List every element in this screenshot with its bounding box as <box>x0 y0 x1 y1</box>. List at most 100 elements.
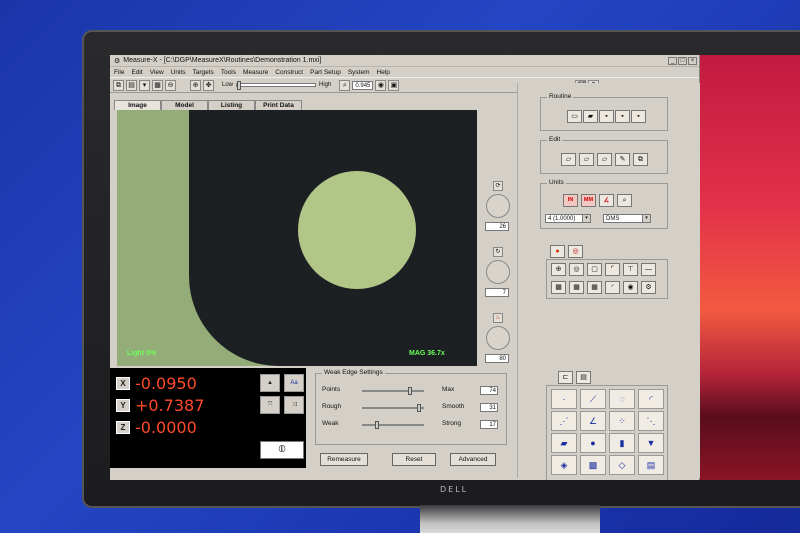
arc-tool-icon[interactable]: ◜ <box>638 389 664 409</box>
save-all-icon[interactable]: ▪ <box>631 110 646 123</box>
sphere-tool-icon[interactable]: ● <box>580 433 606 453</box>
mm-units-button[interactable]: MM <box>581 194 596 207</box>
mountain-icon[interactable]: ▲ <box>260 374 280 392</box>
duplicate-icon[interactable]: ⧉ <box>633 153 648 166</box>
construct-tab-icon[interactable]: ▤ <box>576 371 591 384</box>
lamp-icon[interactable]: ♨ <box>493 313 503 323</box>
menu-construct[interactable]: Construct <box>275 69 303 76</box>
target-settings-icon[interactable]: ⚙ <box>641 281 656 294</box>
search-icon[interactable]: ⌕ <box>339 79 351 91</box>
weak-value[interactable]: 17 <box>480 420 498 429</box>
rotate-value[interactable]: 7 <box>485 288 509 297</box>
save-as-icon[interactable]: ▪ <box>615 110 630 123</box>
tab-listing[interactable]: Listing <box>208 100 255 110</box>
menu-targets[interactable]: Targets <box>192 69 213 76</box>
target-box-icon[interactable]: ▢ <box>587 263 602 276</box>
distance-tool-icon[interactable]: ⋰ <box>551 411 577 431</box>
camera-view[interactable]: Light 0% MAG 36.7x <box>117 110 477 366</box>
midpoint-tool-icon[interactable]: ⋱ <box>638 411 664 431</box>
menu-tools[interactable]: Tools <box>221 69 236 76</box>
zoom-in-icon[interactable]: ⊕ <box>190 79 201 91</box>
point-tool-icon[interactable]: · <box>551 389 577 409</box>
menu-view[interactable]: View <box>150 69 164 76</box>
rough-slider[interactable] <box>362 404 424 412</box>
precision-select[interactable]: 4 (1.0000) ▾ <box>545 214 591 223</box>
open-folder-icon[interactable]: ▰ <box>583 110 598 123</box>
angle-units-icon[interactable]: ∡ <box>599 194 614 207</box>
copy-icon[interactable]: ⧉ <box>113 79 124 91</box>
menu-file[interactable]: File <box>114 69 124 76</box>
angle-tool-icon[interactable]: ∠ <box>580 411 606 431</box>
weak-slider-thumb[interactable] <box>374 421 379 429</box>
points-slider-thumb[interactable] <box>408 387 413 395</box>
paste-icon[interactable]: ▤ <box>126 79 137 91</box>
grid-icon[interactable]: ▦ <box>152 79 163 91</box>
menu-part-setup[interactable]: Part Setup <box>310 69 341 76</box>
menu-system[interactable]: System <box>348 69 370 76</box>
rough-slider-thumb[interactable] <box>417 404 422 412</box>
xy-transform-icon[interactable]: ⤧ <box>260 396 280 414</box>
target-crosshair-icon[interactable]: ⊕ <box>551 263 566 276</box>
pattern-tool-icon[interactable]: ⁘ <box>609 411 635 431</box>
lamp-dial[interactable] <box>486 326 510 350</box>
camera-icon[interactable]: ◉ <box>375 79 387 91</box>
ac-units-icon[interactable]: Aa <box>284 374 304 392</box>
plane-tool-icon[interactable]: ▰ <box>551 433 577 453</box>
points-value[interactable]: 74 <box>480 386 498 395</box>
light-slider-thumb[interactable] <box>237 81 242 90</box>
dropdown-icon[interactable]: ▾ <box>139 79 150 91</box>
menu-measure[interactable]: Measure <box>243 69 268 76</box>
lamp-value[interactable]: 80 <box>485 354 509 363</box>
x-axis-button[interactable]: X <box>116 377 130 390</box>
surface-tool-icon[interactable]: ◇ <box>609 455 635 475</box>
target-image-icon[interactable]: ▦ <box>551 281 566 294</box>
datum-button[interactable]: ⦶ <box>260 441 304 459</box>
maximize-button[interactable]: □ <box>678 56 687 65</box>
xy-reset-icon[interactable]: ⤨ <box>284 396 304 414</box>
target-edge-icon[interactable]: ⊤ <box>623 263 638 276</box>
polar-units-icon[interactable]: ⌕ <box>617 194 632 207</box>
tab-print-data[interactable]: Print Data <box>255 100 302 110</box>
pan-icon[interactable]: ✥ <box>203 79 214 91</box>
edit-pen-icon[interactable]: ✎ <box>615 153 630 166</box>
target-corner-icon[interactable]: ⌜ <box>605 263 620 276</box>
zoom-out-icon[interactable]: ⊖ <box>165 79 176 91</box>
rotate-dial[interactable] <box>486 260 510 284</box>
menu-edit[interactable]: Edit <box>131 69 142 76</box>
circle-tool-icon[interactable]: ◌ <box>609 389 635 409</box>
focus-dial[interactable] <box>486 194 510 218</box>
target-arc-icon[interactable]: ◜ <box>605 281 620 294</box>
advanced-button[interactable]: Advanced <box>450 453 496 466</box>
cone-tool-icon[interactable]: ▼ <box>638 433 664 453</box>
tab-model[interactable]: Model <box>161 100 208 110</box>
minimize-button[interactable]: _ <box>668 56 677 65</box>
close-button[interactable]: × <box>688 56 697 65</box>
light-slider[interactable] <box>236 81 317 90</box>
menu-help[interactable]: Help <box>377 69 390 76</box>
rough-value[interactable]: 31 <box>480 403 498 412</box>
insert-step-icon[interactable]: ▱ <box>579 153 594 166</box>
image-settings-icon[interactable]: ▣ <box>388 79 400 91</box>
focus-icon[interactable]: ⟳ <box>493 181 503 191</box>
target-image2-icon[interactable]: ▦ <box>569 281 584 294</box>
focus-value[interactable]: 26 <box>485 222 509 231</box>
new-file-icon[interactable]: ▭ <box>567 110 582 123</box>
remeasure-button[interactable]: Remeasure <box>320 453 368 466</box>
zoom-value-field[interactable]: 0.945 <box>352 80 374 90</box>
save-icon[interactable]: ▪ <box>599 110 614 123</box>
line-tool-icon[interactable]: ⟋ <box>580 389 606 409</box>
measure-tab-icon[interactable]: ⊏ <box>558 371 573 384</box>
menu-units[interactable]: Units <box>171 69 186 76</box>
weak-slider[interactable] <box>362 421 424 429</box>
cylinder-tool-icon[interactable]: ▮ <box>609 433 635 453</box>
grid-tool-icon[interactable]: ▩ <box>580 455 606 475</box>
reset-button[interactable]: Reset <box>392 453 436 466</box>
z-axis-button[interactable]: Z <box>116 421 130 434</box>
report-tool-icon[interactable]: ▤ <box>638 455 664 475</box>
target-image3-icon[interactable]: ▦ <box>587 281 602 294</box>
projection-tool-icon[interactable]: ◈ <box>551 455 577 475</box>
target-tab-icon[interactable]: ◎ <box>568 245 583 258</box>
rotate-icon[interactable]: ↻ <box>493 247 503 257</box>
angle-format-select[interactable]: DMS ▾ <box>603 214 651 223</box>
tab-image[interactable]: Image <box>114 100 161 110</box>
